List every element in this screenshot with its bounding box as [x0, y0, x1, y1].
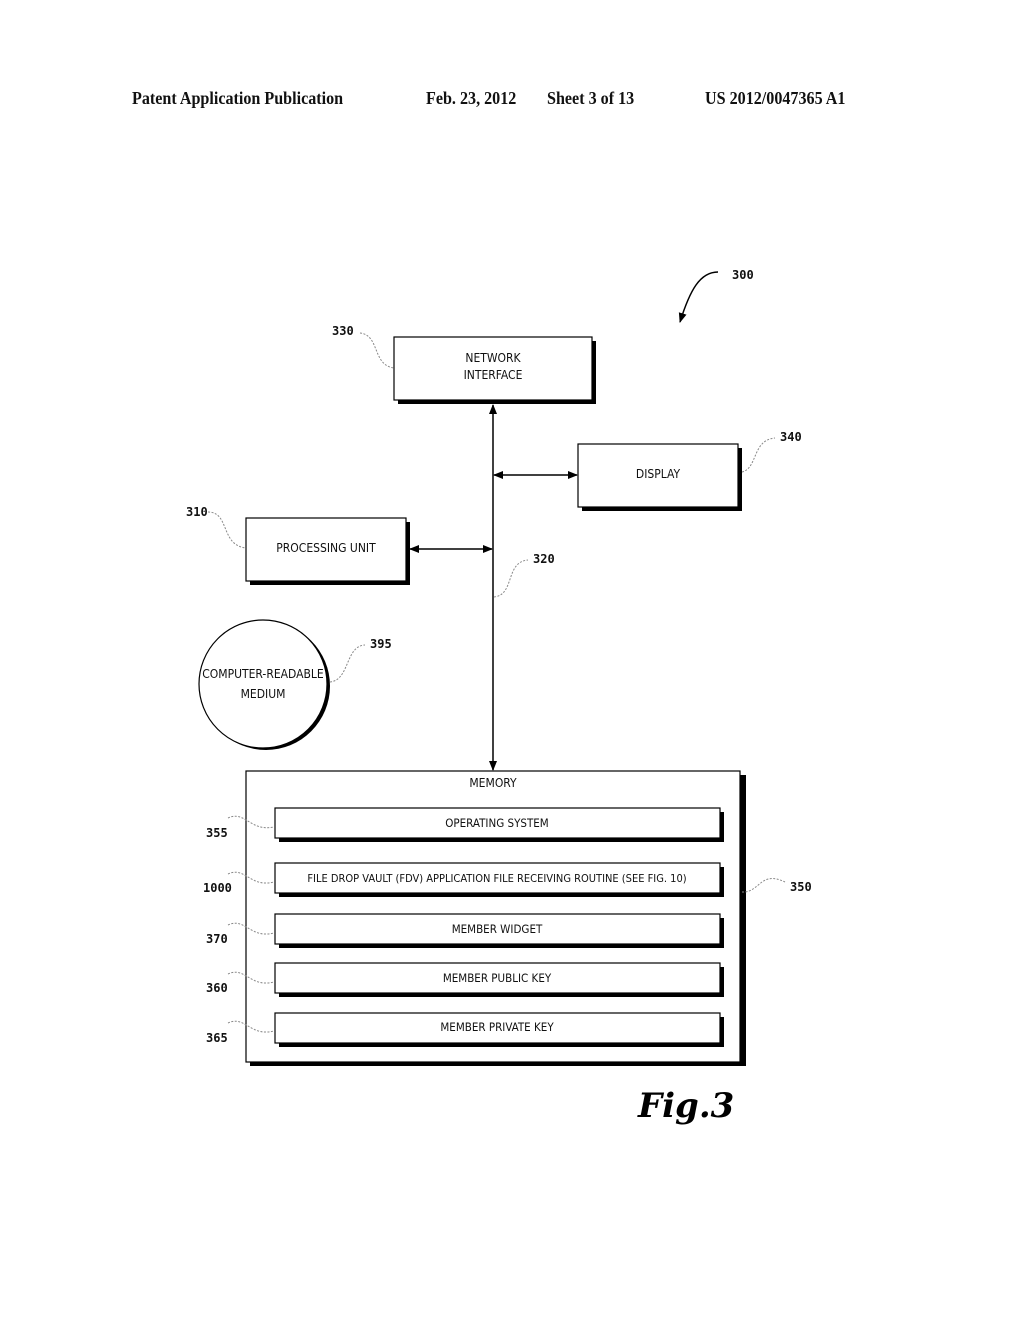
network-interface-label-1: NETWORK: [465, 351, 521, 365]
memory-item-fdv-routine: FILE DROP VAULT (FDV) APPLICATION FILE R…: [203, 862, 724, 897]
leader-line: [493, 559, 529, 598]
medium-circle: [198, 619, 328, 749]
ref-395: 395: [370, 637, 392, 651]
system-bus: 320: [409, 404, 578, 771]
block-diagram: 300 NETWORK INTERFACE 330 DISPLAY 340 PR…: [186, 268, 812, 1126]
item-label: MEMBER PUBLIC KEY: [443, 971, 552, 985]
leader-line: [329, 644, 366, 683]
leader-line: [359, 332, 395, 369]
ref-300: 300: [732, 268, 754, 282]
figure-label: Fig.3: [637, 1086, 734, 1126]
ref-330: 330: [332, 324, 354, 338]
medium-label-2: MEDIUM: [241, 687, 286, 701]
network-interface-label-2: INTERFACE: [464, 368, 523, 382]
memory-item-member-public-key: MEMBER PUBLIC KEY 360: [206, 962, 724, 997]
medium-label-1: COMPUTER-READABLE: [202, 667, 324, 681]
reference-arrow: [678, 271, 719, 323]
ref-365: 365: [206, 1031, 228, 1045]
ref-310: 310: [186, 505, 208, 519]
ref-350: 350: [790, 880, 812, 894]
computer-readable-medium: COMPUTER-READABLE MEDIUM 395: [198, 619, 392, 750]
ref-360: 360: [206, 981, 228, 995]
processing-unit-block: PROCESSING UNIT 310: [186, 505, 410, 585]
memory-item-member-private-key: MEMBER PRIVATE KEY 365: [206, 1012, 724, 1047]
ref-320: 320: [533, 552, 555, 566]
leader-line: [741, 878, 786, 893]
item-label: FILE DROP VAULT (FDV) APPLICATION FILE R…: [307, 872, 686, 885]
memory-item-operating-system: OPERATING SYSTEM 355: [206, 807, 724, 842]
item-label: MEMBER PRIVATE KEY: [440, 1020, 554, 1034]
ref-370: 370: [206, 932, 228, 946]
item-label: MEMBER WIDGET: [452, 922, 543, 936]
processing-unit-label: PROCESSING UNIT: [276, 541, 376, 555]
display-block: DISPLAY 340: [577, 430, 802, 511]
memory-block: MEMORY 350 OPERATING SYSTEM 355 FILE DRO…: [203, 770, 812, 1066]
leader-line: [741, 437, 776, 473]
ref-355: 355: [206, 826, 228, 840]
ref-1000: 1000: [203, 881, 232, 895]
leader-line: [207, 511, 247, 549]
figure-reference-300: 300: [678, 268, 754, 323]
item-label: OPERATING SYSTEM: [445, 816, 548, 830]
ref-340: 340: [780, 430, 802, 444]
memory-item-member-widget: MEMBER WIDGET 370: [206, 913, 724, 948]
display-label: DISPLAY: [636, 467, 681, 481]
memory-label: MEMORY: [469, 776, 517, 790]
network-interface-block: NETWORK INTERFACE 330: [332, 324, 596, 404]
